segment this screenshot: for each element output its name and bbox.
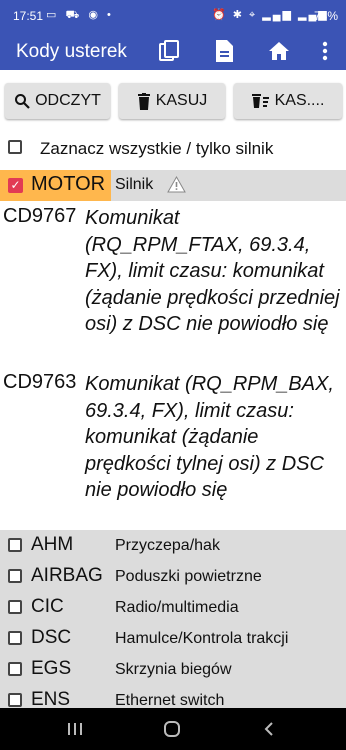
module-code: DSC (31, 627, 72, 648)
motor-checkbox[interactable]: ✓ (8, 178, 23, 193)
trash-icon (137, 92, 151, 110)
module-checkbox[interactable] (8, 569, 22, 583)
module-description: Poduszki powietrzne (115, 568, 262, 585)
module-checkbox[interactable] (8, 693, 22, 707)
error-message: Komunikat (RQ_RPM_FTAX, 69.3.4, FX), lim… (85, 207, 340, 335)
select-all-checkbox[interactable] (8, 140, 22, 154)
module-description: Skrzynia biegów (115, 661, 232, 678)
search-icon (14, 93, 30, 109)
error-item[interactable]: CD9767 Komunikat (RQ_RPM_FTAX, 69.3.4, F… (0, 205, 346, 365)
battery-level: 73% (313, 9, 338, 23)
delete-button-label: KASUJ (155, 92, 208, 109)
delete-all-button-label: KAS.... (274, 92, 325, 109)
system-icons: ⏰ ✱ ⌖ ▂▄▆ ▂▄▆ (212, 9, 329, 21)
copy-icon[interactable] (154, 36, 184, 66)
module-code: CIC (31, 596, 64, 617)
action-toolbar: ODCZYT KASUJ KAS.... (0, 70, 346, 128)
module-description: Przyczepa/hak (115, 537, 220, 554)
delete-sweep-icon (251, 93, 270, 109)
home-icon[interactable] (264, 36, 294, 66)
list-item[interactable]: AHM Przyczepa/hak (0, 530, 346, 561)
error-item[interactable]: CD9763 Komunikat (RQ_RPM_BAX, 69.3.4, FX… (0, 371, 346, 531)
module-description: Radio/multimedia (115, 599, 239, 616)
error-list: CD9767 Komunikat (RQ_RPM_FTAX, 69.3.4, F… (0, 201, 346, 531)
motor-description: Silnik (115, 176, 154, 193)
recent-apps-icon[interactable] (62, 716, 88, 742)
list-item[interactable]: ENS Ethernet switch (0, 685, 346, 708)
back-icon[interactable] (256, 716, 282, 742)
more-menu-icon[interactable] (310, 36, 340, 66)
module-list: AHM Przyczepa/hak AIRBAG Poduszki powiet… (0, 530, 346, 708)
read-button-label: ODCZYT (35, 92, 101, 109)
error-code: CD9767 (3, 205, 77, 227)
status-time: 17:51 (13, 9, 44, 23)
list-item[interactable]: AIRBAG Poduszki powietrzne (0, 561, 346, 592)
select-all-row[interactable]: Zaznacz wszystkie / tylko silnik (0, 131, 346, 167)
module-checkbox[interactable] (8, 538, 22, 552)
navigation-bar (0, 708, 346, 750)
warning-icon (167, 175, 186, 198)
motor-code: MOTOR (31, 173, 106, 195)
home-nav-icon[interactable] (159, 716, 185, 742)
list-item[interactable]: CIC Radio/multimedia (0, 592, 346, 623)
document-icon[interactable] (209, 36, 239, 66)
list-item[interactable]: EGS Skrzynia biegów (0, 654, 346, 685)
module-code: EGS (31, 658, 72, 679)
module-checkbox[interactable] (8, 600, 22, 614)
module-code: ENS (31, 689, 71, 708)
read-button[interactable]: ODCZYT (5, 83, 110, 119)
app-bar: Kody usterek (0, 32, 346, 70)
error-code: CD9763 (3, 371, 77, 393)
module-description: Hamulce/Kontrola trakcji (115, 630, 289, 647)
module-checkbox[interactable] (8, 631, 22, 645)
select-all-label: Zaznacz wszystkie / tylko silnik (40, 139, 274, 158)
app-title: Kody usterek (16, 41, 127, 62)
delete-all-button[interactable]: KAS.... (234, 83, 342, 119)
module-description: Ethernet switch (115, 692, 225, 708)
delete-button[interactable]: KASUJ (119, 83, 225, 119)
error-message: Komunikat (RQ_RPM_BAX, 69.3.4, FX), limi… (85, 373, 334, 501)
status-bar: 17:51 ▭ ⛟ ◉ • ⏰ ✱ ⌖ ▂▄▆ ▂▄▆ 73% (0, 0, 346, 32)
module-code: AIRBAG (31, 565, 103, 586)
motor-module-row[interactable]: ✓ MOTOR Silnik (0, 170, 346, 201)
list-item[interactable]: DSC Hamulce/Kontrola trakcji (0, 623, 346, 654)
module-checkbox[interactable] (8, 662, 22, 676)
notification-icons: ▭ ⛟ ◉ • (46, 9, 114, 21)
module-code: AHM (31, 534, 74, 555)
